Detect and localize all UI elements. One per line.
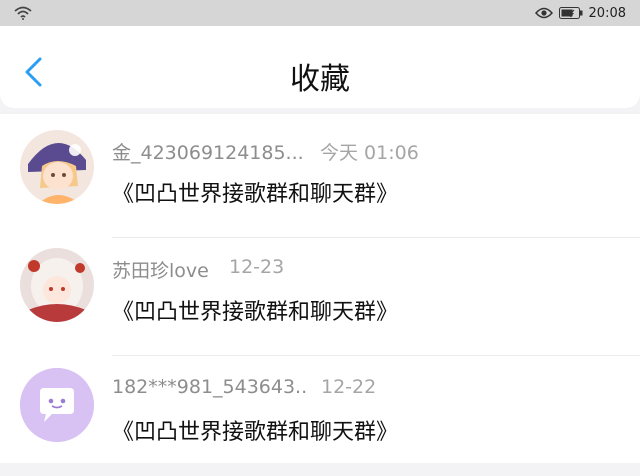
avatar: [20, 368, 94, 442]
avatar: [20, 248, 94, 322]
list-item[interactable]: 苏田珍love 12-23 《凹凸世界接歌群和聊天群》: [0, 238, 640, 356]
item-name: 金_423069124185...: [112, 142, 304, 164]
item-content: 《凹凸世界接歌群和聊天群》: [112, 182, 399, 207]
item-time: 12-22: [321, 376, 377, 398]
avatar: [20, 130, 94, 204]
list-item[interactable]: 182***981_543643.. 12-22 《凹凸世界接歌群和聊天群》: [0, 358, 640, 476]
item-name: 苏田珍love: [112, 260, 209, 282]
status-time: 20:08: [588, 6, 626, 21]
item-content: 《凹凸世界接歌群和聊天群》: [112, 420, 399, 445]
page-title: 收藏: [290, 62, 350, 97]
nav-header: 收藏: [0, 26, 640, 108]
favorites-list: 金_423069124185... 今天 01:06 《凹凸世界接歌群和聊天群》…: [0, 114, 640, 463]
wifi-icon: [14, 5, 32, 24]
divider: [112, 355, 640, 356]
list-item[interactable]: 金_423069124185... 今天 01:06 《凹凸世界接歌群和聊天群》: [0, 120, 640, 238]
item-name: 182***981_543643..: [112, 376, 308, 398]
item-time: 今天 01:06: [320, 142, 419, 164]
item-content: 《凹凸世界接歌群和聊天群》: [112, 300, 399, 325]
item-time: 12-23: [229, 256, 285, 278]
status-bar: 20:08: [0, 0, 640, 26]
eye-icon: [534, 4, 553, 23]
battery-icon: [558, 4, 583, 23]
